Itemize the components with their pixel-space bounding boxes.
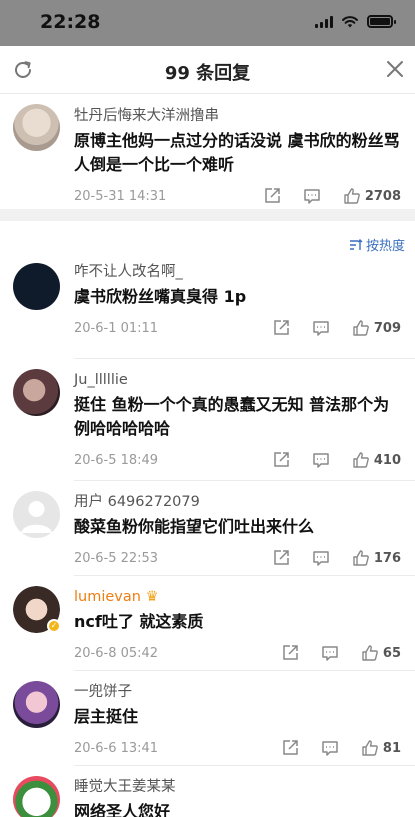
share-icon: [274, 550, 289, 565]
like-count: 709: [373, 320, 401, 336]
like-count: 2708: [364, 188, 401, 204]
reply-time: 20-6-1 01:11: [74, 320, 159, 336]
reply-meta: 20-6-5 18:49 410: [74, 449, 401, 471]
reply-text: ncf吐了 就这素质: [74, 612, 204, 631]
share-button[interactable]: [272, 549, 290, 567]
share-button[interactable]: [272, 319, 290, 337]
reply-time: 20-6-5 22:53: [74, 550, 159, 566]
vip-crown-icon: ♛: [145, 589, 159, 605]
share-icon: [274, 320, 289, 335]
default-avatar-icon: [21, 501, 52, 533]
reply-text: 酸菜鱼粉你能指望它们吐出来什么: [74, 517, 315, 536]
reply-username[interactable]: 一兜饼子: [74, 683, 401, 701]
reply-text: 层主挺住: [74, 707, 139, 726]
like-button[interactable]: 81: [361, 739, 401, 757]
share-button[interactable]: [281, 644, 299, 662]
comment-icon: [322, 646, 338, 661]
comment-text: 原博主他妈一点过分的话没说 虞书欣的粉丝骂人倒是一个比一个难听: [74, 131, 400, 174]
status-bar: 22:28: [0, 0, 415, 46]
reply-meta: 20-6-6 13:41 81: [74, 737, 401, 759]
share-button[interactable]: [272, 451, 290, 469]
thumbs-up-icon: [353, 452, 369, 468]
like-button[interactable]: 709: [352, 319, 401, 337]
sheet-header: 99 条回复: [0, 46, 415, 94]
reply-text: 虞书欣粉丝嘴真臭得 1p: [74, 287, 247, 306]
battery-icon: [367, 15, 396, 28]
comment-button[interactable]: [312, 319, 330, 337]
sort-bar: 按热度: [0, 221, 415, 263]
avatar[interactable]: [13, 104, 60, 151]
share-icon: [265, 188, 280, 203]
like-count: 81: [382, 740, 401, 756]
sort-icon: [349, 238, 363, 250]
signal-icon: [315, 15, 333, 28]
reply-username[interactable]: 用户 6496272079: [74, 493, 401, 511]
comment-meta: 20-5-31 14:31 2708: [74, 185, 401, 207]
avatar[interactable]: [13, 369, 60, 416]
page-title: 99 条回复: [164, 63, 251, 84]
share-button[interactable]: [263, 187, 281, 205]
reply-time: 20-6-8 05:42: [74, 645, 159, 661]
reply-item: 一兜饼子 层主挺住 20-6-6 13:41 81: [0, 671, 415, 765]
share-icon: [283, 645, 298, 660]
reply-item: 咋不让人改名啊_ 虞书欣粉丝嘴真臭得 1p 20-6-1 01:11 709: [0, 263, 415, 358]
reply-item: 用户 6496272079 酸菜鱼粉你能指望它们吐出来什么 20-6-5 22:…: [0, 481, 415, 575]
reply-item: 睡觉大王姜某某 网络圣人您好: [0, 766, 415, 817]
reply-text: 挺住 鱼粉一个个真的愚蠢又无知 普法那个为例哈哈哈哈哈: [74, 395, 390, 438]
reply-time: 20-6-6 13:41: [74, 740, 159, 756]
like-button[interactable]: 410: [352, 451, 401, 469]
comment-button[interactable]: [312, 549, 330, 567]
reply-username[interactable]: lumievan ♛: [74, 588, 401, 606]
sort-label: 按热度: [365, 239, 405, 254]
share-icon: [274, 452, 289, 467]
comment-icon: [322, 741, 338, 756]
avatar[interactable]: [13, 491, 60, 538]
like-count: 410: [373, 452, 401, 468]
comment-button[interactable]: [321, 644, 339, 662]
status-time: 22:28: [40, 11, 101, 33]
replies-sheet: 99 条回复 牡丹后悔来大洋洲撸串 原博主他妈一点过分的话没说 虞书欣的粉丝骂人…: [0, 46, 415, 817]
comment-button[interactable]: [321, 739, 339, 757]
reply-meta: 20-6-1 01:11 709: [74, 317, 401, 339]
reply-meta: 20-6-8 05:42 65: [74, 642, 401, 664]
avatar[interactable]: [13, 681, 60, 728]
comment-time: 20-5-31 14:31: [74, 188, 167, 204]
reply-time: 20-6-5 18:49: [74, 452, 159, 468]
verified-badge-icon: ✓: [47, 619, 61, 633]
reply-username[interactable]: 咋不让人改名啊_: [74, 263, 401, 281]
main-comment: 牡丹后悔来大洋洲撸串 原博主他妈一点过分的话没说 虞书欣的粉丝骂人倒是一个比一个…: [0, 94, 415, 209]
like-button[interactable]: 176: [352, 549, 401, 567]
thumbs-up-icon: [344, 188, 360, 204]
thumbs-up-icon: [353, 550, 369, 566]
comment-button[interactable]: [303, 187, 321, 205]
share-button[interactable]: [281, 739, 299, 757]
thumbs-up-icon: [362, 645, 378, 661]
comment-button[interactable]: [312, 451, 330, 469]
like-button[interactable]: 2708: [343, 187, 401, 205]
comment-icon: [313, 453, 329, 468]
thumbs-up-icon: [353, 320, 369, 336]
status-icons: [315, 15, 396, 28]
comment-icon: [313, 551, 329, 566]
section-divider: [0, 209, 415, 221]
reply-item: Ju_lllllie 挺住 鱼粉一个个真的愚蠢又无知 普法那个为例哈哈哈哈哈 2…: [0, 359, 415, 480]
reply-item: ✓ lumievan ♛ ncf吐了 就这素质 20-6-8 05:42 65: [0, 576, 415, 670]
like-button[interactable]: 65: [361, 644, 401, 662]
wifi-icon: [342, 16, 358, 28]
sort-by-hot-button[interactable]: 按热度: [349, 235, 405, 254]
comment-icon: [313, 321, 329, 336]
comment-icon: [304, 189, 320, 204]
share-icon: [283, 740, 298, 755]
reply-text: 网络圣人您好: [74, 802, 171, 817]
like-count: 176: [373, 550, 401, 566]
avatar[interactable]: [13, 263, 60, 310]
avatar[interactable]: [13, 776, 60, 817]
reply-username[interactable]: Ju_lllllie: [74, 371, 401, 389]
close-icon[interactable]: [383, 57, 407, 81]
thumbs-up-icon: [362, 740, 378, 756]
like-count: 65: [382, 645, 401, 661]
reply-username[interactable]: 睡觉大王姜某某: [74, 778, 401, 796]
comment-username[interactable]: 牡丹后悔来大洋洲撸串: [74, 107, 401, 125]
reply-meta: 20-6-5 22:53 176: [74, 547, 401, 569]
